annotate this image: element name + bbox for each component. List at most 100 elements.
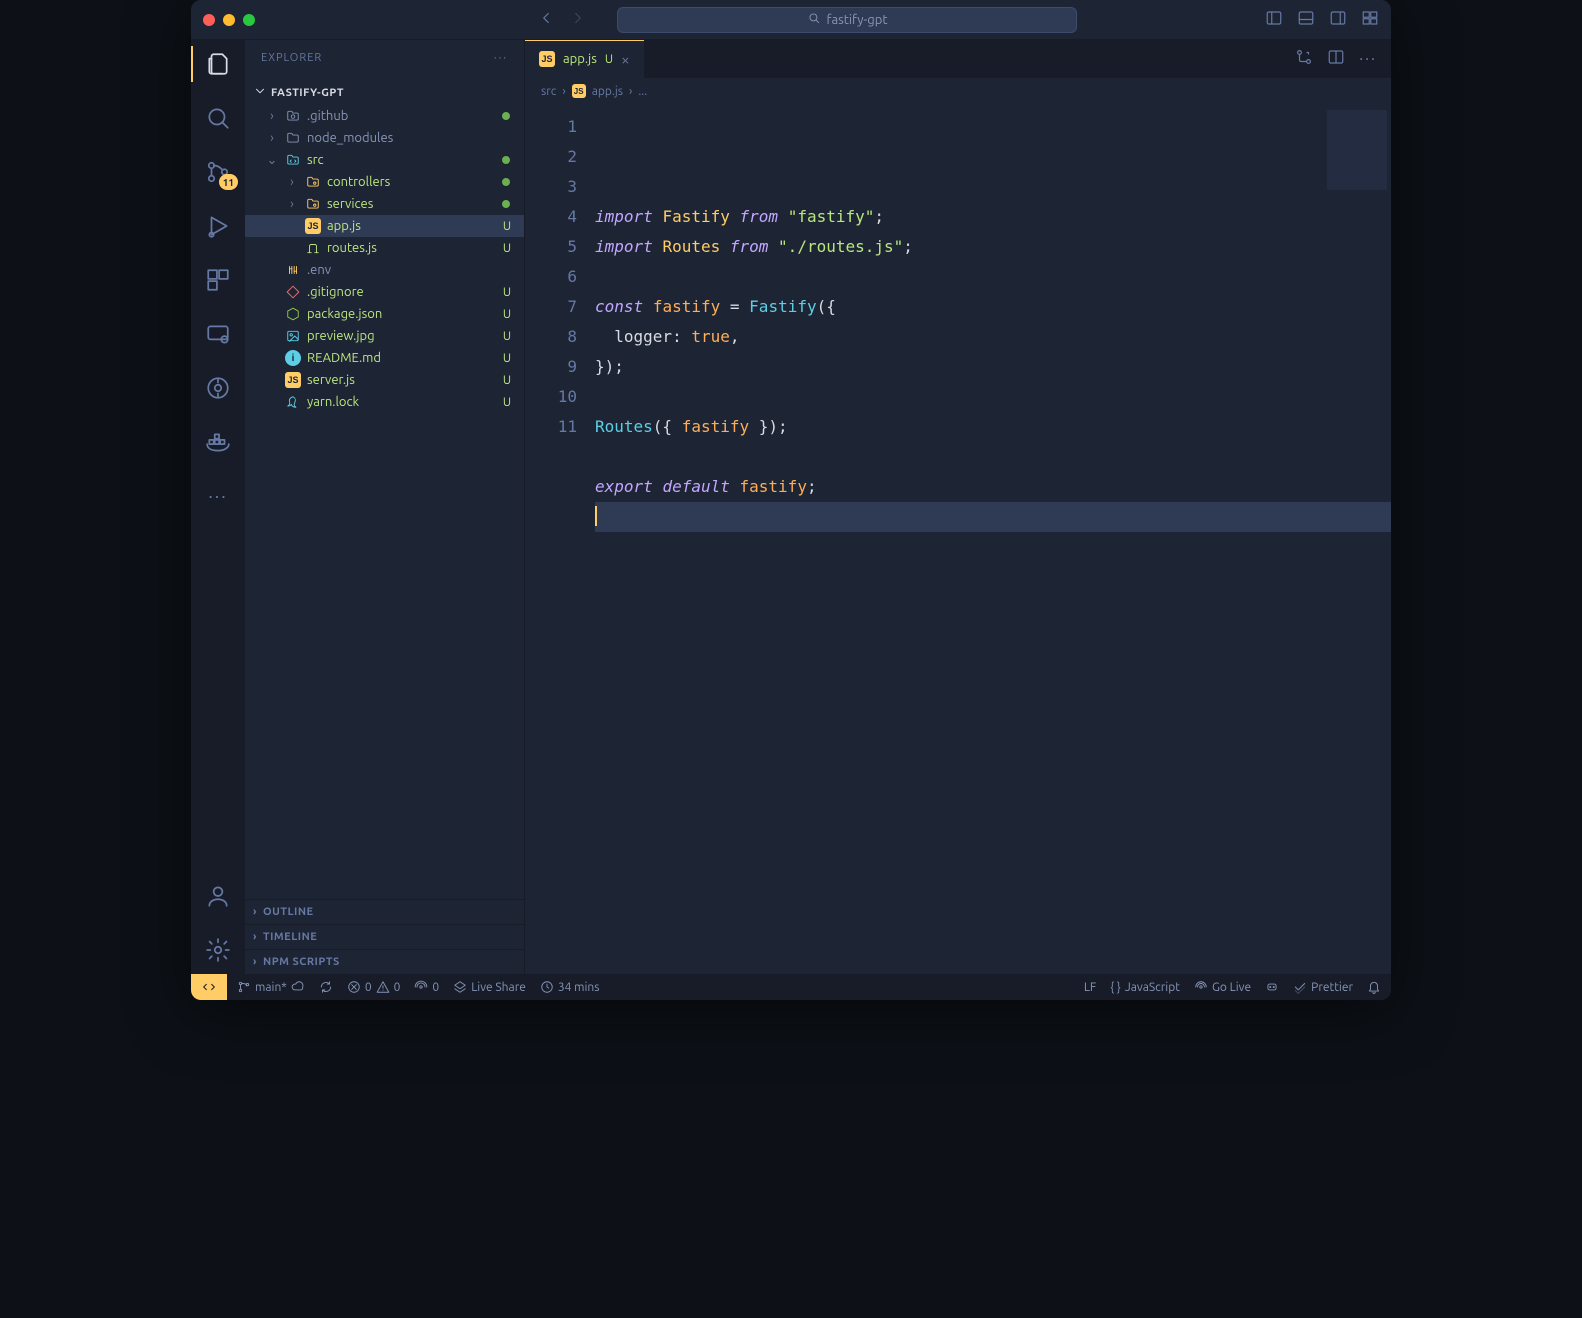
activity-docker[interactable] [204, 428, 232, 456]
layout-sidebar-left-icon[interactable] [1265, 9, 1283, 31]
sidebar-panel-outline[interactable]: ›OUTLINE [245, 899, 524, 924]
workspace-folder-header[interactable]: FASTIFY-GPT [245, 80, 524, 105]
status-go-live[interactable]: Go Live [1194, 980, 1251, 994]
file-row[interactable]: .gitignoreU [245, 281, 524, 303]
remote-window-button[interactable] [191, 974, 227, 1000]
status-problems[interactable]: 0 0 [347, 980, 401, 994]
close-window-button[interactable] [203, 14, 215, 26]
yarn-file-icon [285, 394, 301, 410]
code-line[interactable] [595, 262, 1391, 292]
command-center[interactable]: fastify-gpt [617, 7, 1077, 33]
nav-back-icon[interactable] [537, 9, 555, 31]
code-line[interactable] [595, 382, 1391, 412]
code-line[interactable]: import Fastify from "fastify"; [595, 202, 1391, 232]
tab-app-js[interactable]: JS app.js U × [525, 40, 645, 78]
editor-body[interactable]: 1234567891011 import Fastify from "fasti… [525, 104, 1391, 974]
git-status-dot [502, 156, 510, 164]
status-prettier[interactable]: Prettier [1293, 980, 1353, 994]
sidebar-panel-timeline[interactable]: ›TIMELINE [245, 924, 524, 949]
editor-actions: ··· [1281, 40, 1391, 78]
customize-layout-icon[interactable] [1361, 9, 1379, 31]
git-status-untracked: U [498, 286, 516, 299]
activity-source-control[interactable]: 11 [204, 158, 232, 186]
git-file-icon [285, 284, 301, 300]
file-row[interactable]: .env [245, 259, 524, 281]
compare-changes-icon[interactable] [1295, 48, 1313, 70]
env-file-icon [285, 262, 301, 278]
code-line[interactable]: }); [595, 352, 1391, 382]
status-eol[interactable]: LF [1084, 981, 1096, 994]
breadcrumb-item[interactable]: app.js [592, 85, 623, 98]
git-status-dot [502, 112, 510, 120]
code-line[interactable] [595, 442, 1391, 472]
status-ports[interactable]: 0 [414, 980, 439, 994]
line-number: 10 [525, 382, 577, 412]
split-editor-icon[interactable] [1327, 48, 1345, 70]
activity-gitlens[interactable] [204, 374, 232, 402]
folder-row[interactable]: ⌄src [245, 149, 524, 171]
file-row[interactable]: routes.jsU [245, 237, 524, 259]
activity-explorer[interactable] [204, 50, 232, 78]
code-line[interactable]: const fastify = Fastify({ [595, 292, 1391, 322]
node-file-icon [285, 306, 301, 322]
folder-row[interactable]: ›services [245, 193, 524, 215]
status-notifications[interactable] [1367, 980, 1381, 994]
folder-config-icon [305, 174, 321, 190]
code-line[interactable] [595, 502, 1391, 532]
breadcrumb-item[interactable]: src [541, 85, 556, 98]
file-row[interactable]: package.jsonU [245, 303, 524, 325]
search-icon [807, 11, 821, 28]
maximize-window-button[interactable] [243, 14, 255, 26]
activity-overflow[interactable]: ··· [204, 482, 232, 510]
activity-search[interactable] [204, 104, 232, 132]
code-content[interactable]: import Fastify from "fastify";import Rou… [595, 104, 1391, 974]
file-row[interactable]: JSserver.jsU [245, 369, 524, 391]
tab-close-icon[interactable]: × [621, 51, 629, 68]
folder-row[interactable]: ›node_modules [245, 127, 524, 149]
file-row[interactable]: preview.jpgU [245, 325, 524, 347]
activity-run-debug[interactable] [204, 212, 232, 240]
file-row[interactable]: yarn.lockU [245, 391, 524, 413]
tree-item-label: server.js [307, 373, 355, 387]
git-status-dot [502, 200, 510, 208]
line-number: 1 [525, 112, 577, 142]
status-live-share[interactable]: Live Share [453, 980, 526, 994]
nav-forward-icon[interactable] [569, 9, 587, 31]
sidebar-panel-npm-scripts[interactable]: ›NPM SCRIPTS [245, 949, 524, 974]
tree-item-label: preview.jpg [307, 329, 375, 343]
explorer-section: FASTIFY-GPT ›.github›node_modules⌄src›co… [245, 76, 524, 899]
info-file-icon: i [285, 350, 301, 366]
minimap[interactable] [1327, 110, 1387, 190]
titlebar: fastify-gpt [191, 0, 1391, 40]
sidebar-more-icon[interactable]: ··· [494, 52, 508, 64]
file-row[interactable]: JSapp.jsU [245, 215, 524, 237]
tree-item-label: node_modules [307, 131, 393, 145]
eol-label: LF [1084, 981, 1096, 994]
activity-remote-explorer[interactable] [204, 320, 232, 348]
file-row[interactable]: iREADME.mdU [245, 347, 524, 369]
status-language[interactable]: { } JavaScript [1110, 981, 1180, 994]
activity-settings[interactable] [204, 936, 232, 964]
prettier-label: Prettier [1311, 981, 1353, 994]
status-sync[interactable] [319, 980, 333, 994]
status-branch[interactable]: main* [237, 980, 305, 994]
folder-row[interactable]: ›controllers [245, 171, 524, 193]
editor-more-icon[interactable]: ··· [1359, 50, 1377, 68]
breadcrumbs[interactable]: src › JS app.js › ... [525, 78, 1391, 104]
folder-row[interactable]: ›.github [245, 105, 524, 127]
code-line[interactable]: Routes({ fastify }); [595, 412, 1391, 442]
layout-sidebar-right-icon[interactable] [1329, 9, 1347, 31]
minimize-window-button[interactable] [223, 14, 235, 26]
js-file-icon: JS [572, 84, 586, 98]
activity-accounts[interactable] [204, 882, 232, 910]
layout-panel-icon[interactable] [1297, 9, 1315, 31]
git-status-untracked: U [498, 352, 516, 365]
code-line[interactable]: logger: true, [595, 322, 1391, 352]
status-wakatime[interactable]: 34 mins [540, 980, 600, 994]
status-copilot[interactable] [1265, 980, 1279, 994]
code-line[interactable]: import Routes from "./routes.js"; [595, 232, 1391, 262]
chevron-down-icon: ⌄ [265, 153, 279, 168]
breadcrumb-item[interactable]: ... [638, 85, 647, 98]
code-line[interactable]: export default fastify; [595, 472, 1391, 502]
activity-extensions[interactable] [204, 266, 232, 294]
